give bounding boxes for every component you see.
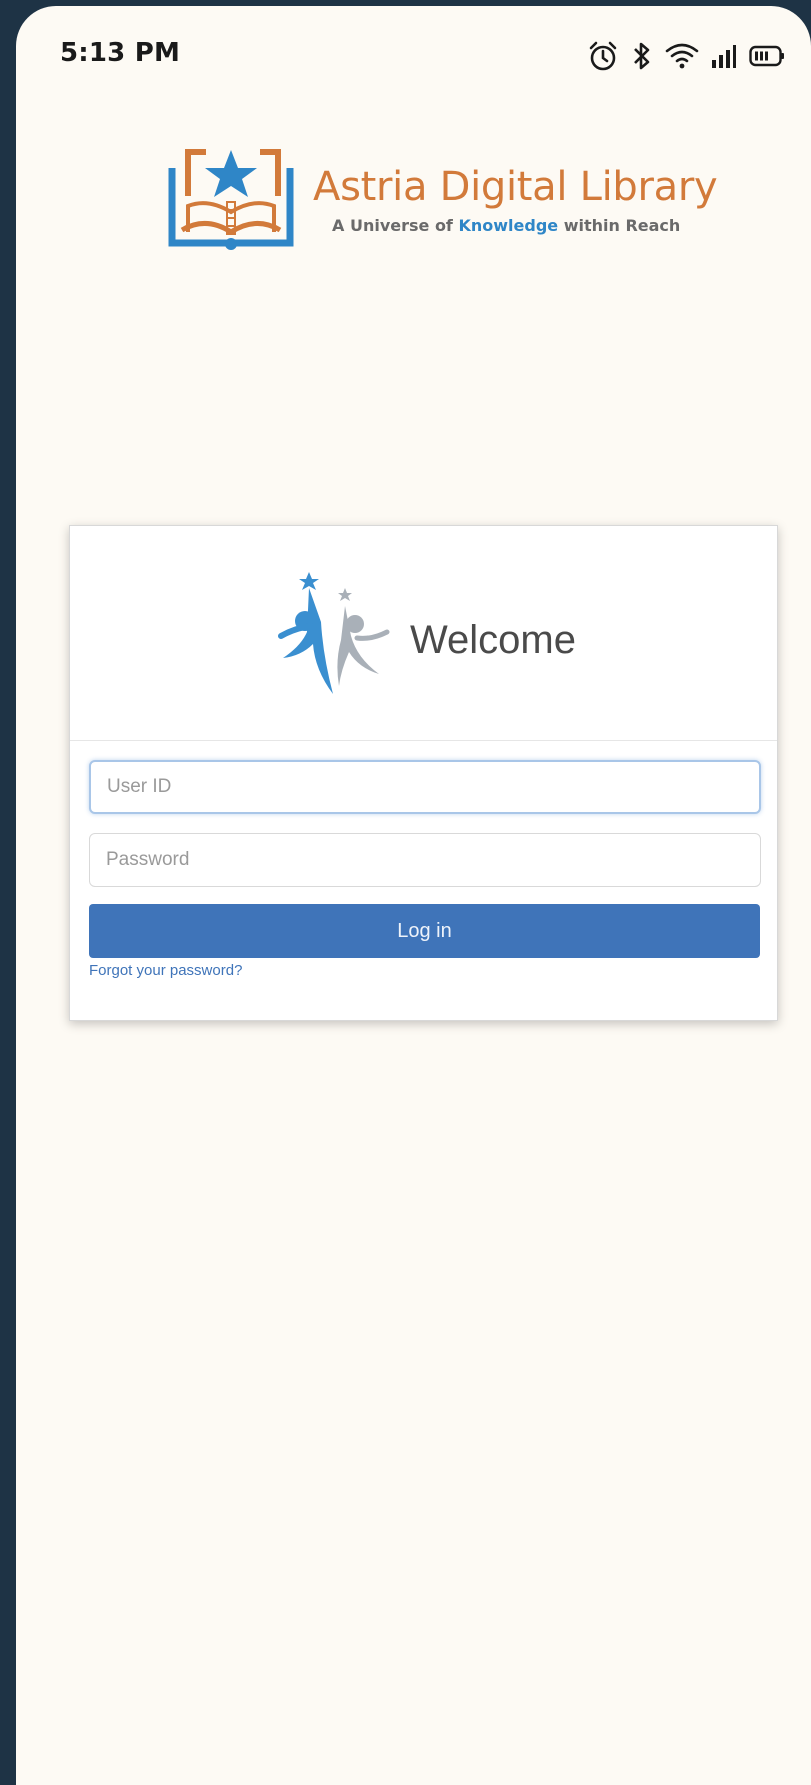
book-star-icon (168, 149, 294, 250)
tagline-prefix: A Universe of (332, 216, 459, 235)
status-bar: 5:13 PM (16, 6, 811, 102)
forgot-password-link[interactable]: Forgot your password? (89, 962, 242, 979)
welcome-heading: Welcome (410, 618, 576, 662)
phone-screen: 5:13 PM Astria Digital Library A Univers… (16, 6, 811, 1785)
login-card: Welcome Log in Forgot your password? (69, 525, 778, 1021)
tagline-suffix: within Reach (558, 216, 681, 235)
login-button[interactable]: Log in (89, 904, 760, 958)
tagline-highlight: Knowledge (458, 216, 559, 235)
password-input[interactable] (89, 833, 761, 887)
signal-icon (711, 43, 737, 69)
wifi-icon (665, 42, 699, 70)
status-icons (587, 36, 785, 76)
user-id-input[interactable] (89, 760, 761, 814)
bluetooth-icon (631, 40, 653, 72)
brand-logo: Astria Digital Library A Universe of Kno… (168, 146, 718, 256)
people-logo-icon (278, 572, 390, 694)
brand-name: Astria Digital Library (313, 164, 718, 210)
login-card-header: Welcome (70, 526, 777, 741)
battery-icon (749, 44, 785, 68)
status-time: 5:13 PM (60, 38, 181, 68)
brand-tagline: A Universe of Knowledge within Reach (332, 216, 680, 235)
alarm-icon (587, 40, 619, 72)
